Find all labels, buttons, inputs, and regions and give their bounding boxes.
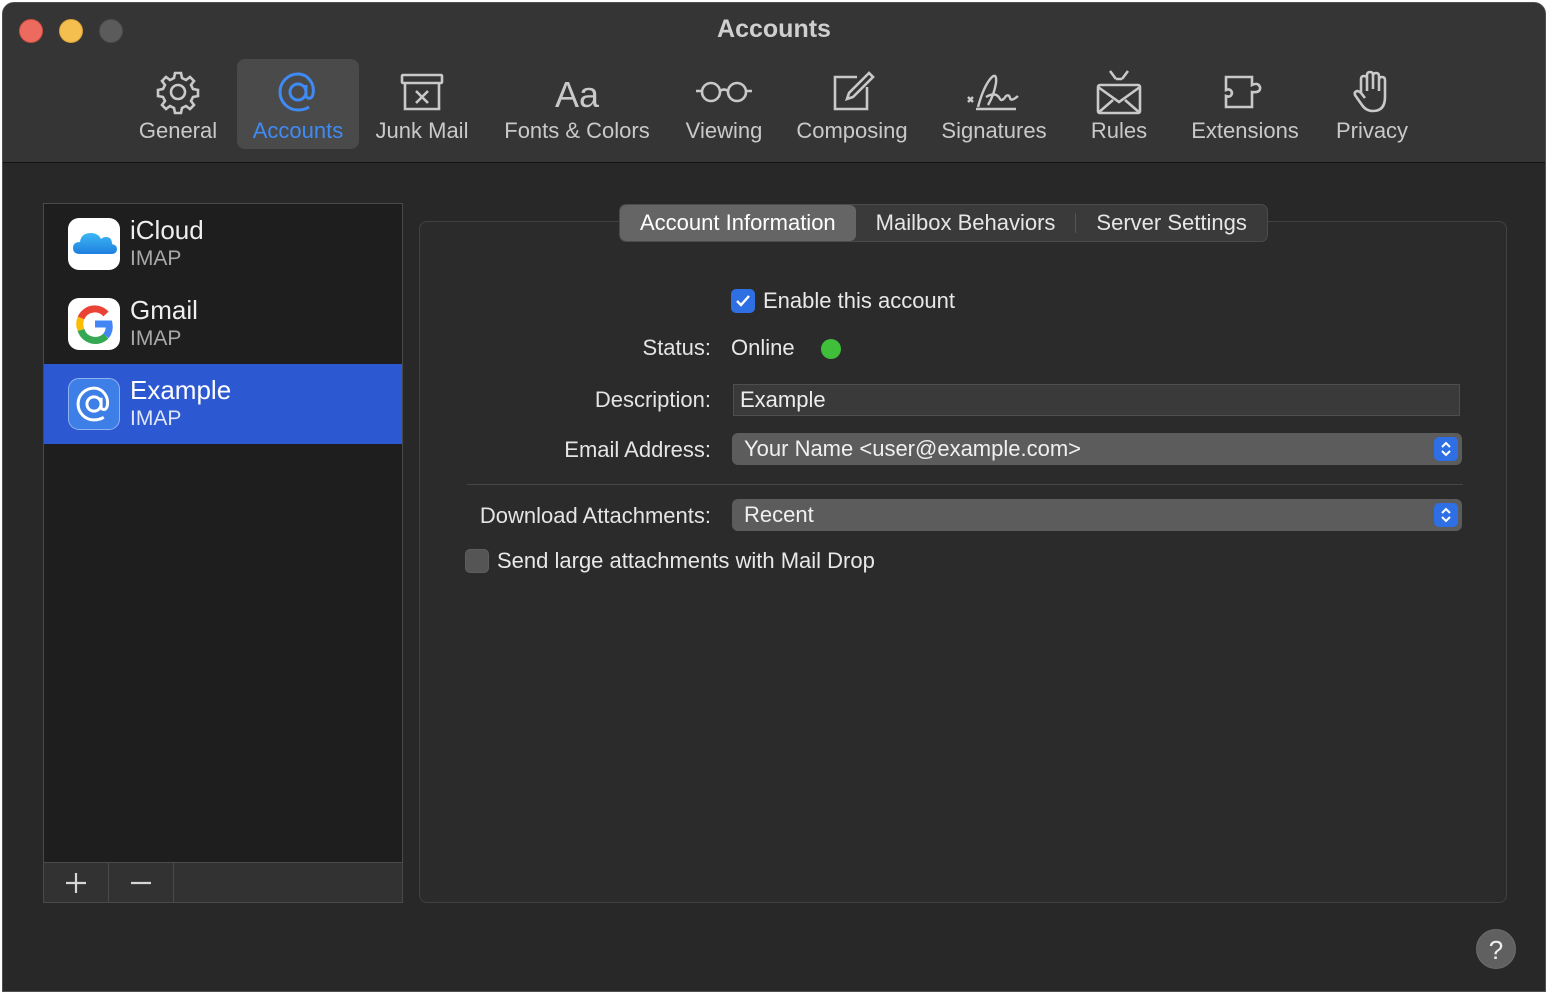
account-type: IMAP — [130, 407, 182, 430]
account-name: Gmail — [130, 295, 198, 325]
account-row-example[interactable]: Example IMAP — [44, 364, 402, 444]
font-aa-icon: Aa — [555, 74, 600, 115]
account-tabs: Account Information Mailbox Behaviors Se… — [619, 204, 1268, 242]
toolbar-item-rules[interactable]: Rules — [1079, 59, 1159, 149]
window-title: Accounts — [717, 15, 831, 43]
glasses-icon — [696, 81, 752, 103]
toolbar-label: Accounts — [252, 118, 344, 143]
email-address-value: Your Name <user@example.com> — [744, 436, 1082, 461]
section-divider — [467, 484, 1463, 485]
toolbar-item-composing[interactable]: Composing — [789, 59, 915, 149]
tab-mailbox-behaviors[interactable]: Mailbox Behaviors — [856, 205, 1076, 241]
icloud-icon — [68, 218, 120, 270]
mail-drop-label: Send large attachments with Mail Drop — [497, 548, 875, 573]
account-list-footer — [44, 862, 402, 902]
account-type: IMAP — [130, 247, 182, 270]
account-row-gmail[interactable]: Gmail IMAP — [44, 284, 402, 364]
minus-icon — [131, 881, 151, 884]
toolbar-item-viewing[interactable]: Viewing — [679, 59, 769, 149]
toolbar-label: Rules — [1090, 118, 1148, 143]
account-name: Example — [130, 375, 232, 405]
account-list: iCloud IMAP Gmail IMAP Example IMAP — [43, 203, 403, 903]
description-label: Description: — [594, 387, 711, 412]
description-field[interactable]: Example — [733, 384, 1460, 416]
status-indicator — [821, 339, 841, 359]
toolbar-item-fonts-colors[interactable]: Aa Fonts & Colors — [497, 59, 657, 149]
plus-icon — [66, 872, 86, 893]
add-account-button[interactable] — [44, 863, 109, 902]
at-sign-icon — [278, 72, 315, 112]
checkmark-icon — [736, 295, 750, 307]
gear-icon — [156, 71, 200, 115]
toolbar-item-extensions[interactable]: Extensions — [1183, 59, 1307, 149]
junk-bin-icon — [400, 73, 444, 111]
enable-account-checkbox[interactable] — [731, 289, 755, 313]
mail-drop-checkbox[interactable] — [465, 549, 489, 573]
remove-account-button[interactable] — [109, 863, 174, 902]
toolbar-item-privacy[interactable]: Privacy — [1327, 59, 1417, 149]
toolbar-label: Signatures — [941, 118, 1047, 143]
at-sign-icon — [68, 378, 120, 430]
hand-icon — [1353, 70, 1387, 113]
compose-pencil-icon — [833, 71, 875, 111]
toolbar-item-signatures[interactable]: Signatures — [933, 59, 1055, 149]
status-value: Online — [731, 335, 795, 360]
email-address-label: Email Address: — [564, 437, 711, 462]
puzzle-icon — [1224, 75, 1262, 109]
toolbar-label: Junk Mail — [375, 118, 469, 143]
preferences-window: Accounts General Accounts Junk Mail Aa F… — [2, 2, 1546, 992]
enable-account-label: Enable this account — [763, 288, 956, 313]
tab-server-settings[interactable]: Server Settings — [1076, 205, 1266, 241]
toolbar-label: Composing — [796, 118, 908, 143]
account-name: iCloud — [130, 215, 204, 245]
download-attachments-value: Recent — [744, 502, 814, 527]
svg-text:Aa: Aa — [555, 74, 600, 115]
toolbar-label: Extensions — [1191, 118, 1299, 143]
download-attachments-popup[interactable]: Recent — [732, 499, 1462, 531]
toolbar-item-junk-mail[interactable]: Junk Mail — [369, 59, 475, 149]
envelope-rules-icon — [1096, 70, 1142, 115]
toolbar-item-general[interactable]: General — [133, 59, 223, 149]
chevron-updown-icon — [1434, 503, 1458, 527]
chevron-updown-icon — [1434, 437, 1458, 461]
toolbar-item-accounts[interactable]: Accounts — [237, 59, 359, 149]
google-icon — [68, 298, 120, 350]
toolbar-label: Fonts & Colors — [504, 118, 650, 143]
help-button[interactable]: ? — [1476, 929, 1516, 969]
tab-account-information[interactable]: Account Information — [620, 205, 856, 241]
account-type: IMAP — [130, 327, 182, 350]
download-attachments-label: Download Attachments: — [479, 503, 711, 528]
toolbar-label: General — [138, 118, 218, 143]
toolbar-label: Viewing — [685, 118, 763, 143]
toolbar-label: Privacy — [1335, 118, 1409, 143]
account-row-icloud[interactable]: iCloud IMAP — [44, 204, 402, 284]
signature-icon — [967, 74, 1019, 111]
toolbar: Accounts General Accounts Junk Mail Aa F… — [3, 3, 1545, 163]
status-label: Status: — [642, 335, 711, 360]
email-address-popup[interactable]: Your Name <user@example.com> — [732, 433, 1462, 465]
